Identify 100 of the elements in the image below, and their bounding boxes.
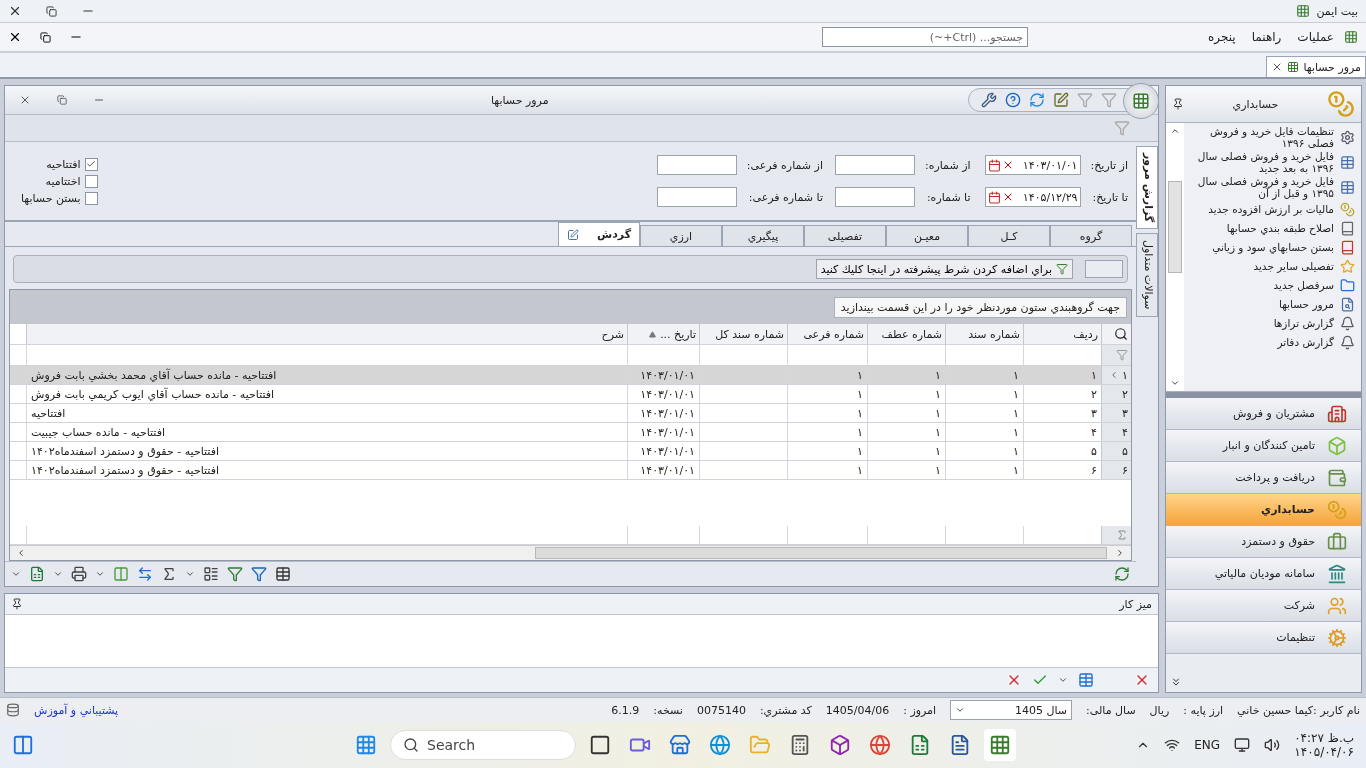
sum-icon[interactable] [161,566,177,582]
sidebar-item[interactable]: سرفصل جديد [1273,279,1334,291]
dropdown-icon[interactable] [95,569,105,579]
edit-icon[interactable] [1053,92,1069,108]
table-icon[interactable] [1078,672,1094,688]
table-row[interactable]: ۱ ۱ ۱ ۱ ۱ ۱۴۰۳/۰۱/۰۱ افتتاحيه - مانده حساب آقاي محمد بخشي بابت فروش [10,366,1131,385]
input-field[interactable] [656,187,737,207]
tab[interactable]: گردش [558,222,640,246]
filter-icon[interactable] [251,566,267,582]
scrollbar-thumb[interactable] [1168,181,1182,273]
module-button[interactable]: دريافت و پرداخت [1166,462,1361,494]
scroll-left-icon[interactable] [16,548,26,558]
module-button[interactable]: حسابداري [1166,494,1361,526]
year-dropdown[interactable]: سال 1405 [950,700,1073,720]
restore-icon[interactable] [40,31,51,43]
module-button[interactable]: تامين كنندگان و انبار [1166,430,1361,462]
print-icon[interactable] [71,566,87,582]
widgets-icon[interactable] [12,734,34,756]
search-field[interactable]: جستجو... (Ctrl+~) [822,27,1029,47]
scrollbar-thumb[interactable] [534,547,1107,559]
table-row[interactable]: ۶ ۶ ۱ ۱ ۱ ۱۴۰۳/۰۱/۰۱ افتتاحيه - حقوق و دستمزد اسفندماه۱۴۰۲ [10,461,1131,480]
sidebar-item[interactable]: فايل خريد و فروش فصلی سال ۱۳۹۶ به بعد جديد [1190,150,1334,174]
add-condition-button[interactable]: براي اضافه كردن شرط پيشرفته در اينجا كليك كنيد [815,259,1073,279]
sidebar-item[interactable]: بستن حسابهاي سود و زياني [1212,241,1334,253]
date-field[interactable]: ۱۴۰۵/۱۲/۲۹ [984,187,1081,207]
menu-item[interactable]: پنجره [1202,30,1242,44]
dropdown-icon[interactable] [11,569,21,579]
refresh-icon[interactable] [1114,566,1130,582]
columns-icon[interactable] [113,566,129,582]
tab[interactable]: تفصيلی [804,225,886,246]
dropdown-icon[interactable] [185,569,195,579]
fit-width-icon[interactable] [137,566,153,582]
speaker-icon[interactable] [1264,737,1281,753]
column-header[interactable]: رديف [1023,324,1101,344]
calendar-icon[interactable] [987,158,1001,172]
pin-icon[interactable] [11,598,23,610]
refresh-icon[interactable] [1029,92,1045,108]
table-row[interactable]: ۵ ۵ ۱ ۱ ۱ ۱۴۰۳/۰۱/۰۱ افتتاحيه - حقوق و دستمزد اسفندماه۱۴۰۲ [10,442,1131,461]
search-icon[interactable] [1114,327,1128,341]
module-button[interactable]: شركت [1166,590,1361,622]
pin-icon[interactable] [1172,98,1184,110]
language-indicator[interactable]: ENG [1194,738,1221,752]
tab[interactable]: گروه [1050,225,1132,246]
scroll-down-icon[interactable] [1170,378,1180,388]
side-tab[interactable]: گزارش مرور [1136,146,1158,230]
date-field[interactable]: ۱۴۰۳/۰۱/۰۱ [984,155,1081,175]
sidebar-item[interactable]: ماليات بر ارزش افزوده جديد [1208,203,1334,215]
input-field[interactable] [834,155,915,175]
checkbox[interactable] [84,157,98,171]
spreadsheet-icon[interactable] [29,566,45,582]
table-row[interactable]: ۴ ۴ ۱ ۱ ۱ ۱۴۰۳/۰۱/۰۱ افتتاحيه - مانده حساب جيبيت [10,423,1131,442]
module-button[interactable]: سامانه موديان مالياتي [1166,558,1361,590]
table-row[interactable]: ۲ ۲ ۱ ۱ ۱ ۱۴۰۳/۰۱/۰۱ افتتاحيه - مانده حساب آقاي ايوب كريمي بابت فروش [10,385,1131,404]
menu-item[interactable]: راهنما [1245,30,1288,44]
sidebar-item[interactable]: تنظيمات فايل خريد و فروش فصلی ۱۳۹۶ [1190,125,1334,149]
module-button[interactable]: حقوق و دستمزد [1166,526,1361,558]
calendar-icon[interactable] [987,190,1001,204]
sidebar-item[interactable]: گزارش دفاتر [1277,336,1334,348]
sidebar-item[interactable]: تفصيلی ساير جديد [1253,260,1334,272]
close-icon[interactable] [8,4,22,18]
module-button[interactable]: مشتريان و فروش [1166,398,1361,430]
close-icon[interactable] [8,30,22,44]
tab[interactable]: پيگيري [722,225,804,246]
side-tab[interactable]: سوالات متداول [1136,233,1158,317]
sidebar-item[interactable]: فايل خريد و فروش فصلی سال ۱۳۹۵ و قبل از آن [1190,175,1334,199]
table-row[interactable]: ۳ ۳ ۱ ۱ ۱ ۱۴۰۳/۰۱/۰۱ افتتاحيه [10,404,1131,423]
network-icon[interactable] [1164,737,1181,753]
support-link[interactable]: پشتيباني و آموزش [34,703,119,717]
sidebar-item[interactable]: مرور حسابها [1279,298,1334,310]
taskbar-search[interactable]: Search [390,730,576,760]
sidebar-item[interactable]: گزارش ترازها [1273,317,1334,329]
filter-icon[interactable] [227,566,243,582]
list-icon[interactable] [203,566,219,582]
scroll-right-icon[interactable] [1115,548,1125,558]
restore-icon[interactable] [46,5,57,17]
display-icon[interactable] [1234,737,1251,753]
tab[interactable]: معيـن [886,225,968,246]
dropdown-icon[interactable] [1058,675,1068,685]
app-logo-icon[interactable] [984,729,1016,761]
document-tab[interactable]: مرور حسابها [1266,56,1366,77]
column-header[interactable]: شماره عطف [867,324,945,344]
column-header[interactable]: شماره سند [945,324,1023,344]
column-header[interactable]: شماره سند كل [699,324,787,344]
checkbox[interactable] [84,174,98,188]
close-icon[interactable] [19,94,31,106]
help-icon[interactable] [1005,92,1021,108]
clock[interactable]: ۰۴:۲۷ ب.ظ ۱۴۰۵/۰۴/۰۶ [1294,731,1354,759]
expand-icon[interactable] [1170,676,1182,688]
grid-icon[interactable] [275,566,291,582]
checkbox[interactable] [84,191,98,205]
menu-item[interactable]: عمليات [1291,30,1340,44]
input-field[interactable] [834,187,915,207]
scroll-up-icon[interactable] [1170,126,1180,136]
column-header[interactable]: شماره فرعی [787,324,867,344]
tab[interactable]: ارزي [640,225,722,246]
dropdown-icon[interactable] [53,569,63,579]
module-button[interactable]: تنظيمات [1166,622,1361,654]
column-header[interactable]: شرح [26,324,627,344]
column-header[interactable]: تاريخ ... [627,324,699,344]
sidebar-item[interactable]: اصلاح طبقه بندي حسابها [1226,222,1334,234]
